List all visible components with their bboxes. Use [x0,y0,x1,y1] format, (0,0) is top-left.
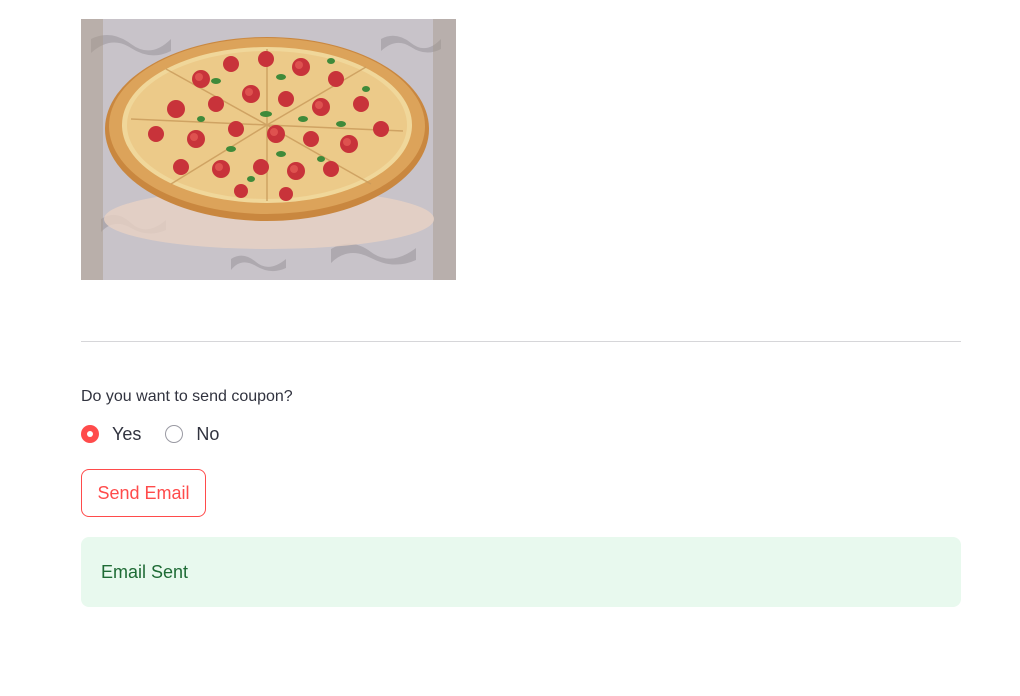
coupon-radio-group: Yes No [81,422,243,446]
success-alert: Email Sent [81,537,961,607]
radio-label-no: No [196,424,220,444]
radio-option-no[interactable]: No [165,422,219,446]
pizza-image [81,19,456,280]
coupon-question-label: Do you want to send coupon? [81,388,293,405]
radio-option-yes[interactable]: Yes [81,422,141,446]
send-email-button[interactable]: Send Email [81,469,206,517]
alert-message: Email Sent [101,561,189,582]
page: Do you want to send coupon? Yes No Send … [0,0,1020,696]
radio-selected-icon[interactable] [81,425,99,443]
radio-unselected-icon[interactable] [165,425,184,443]
divider [81,341,961,342]
radio-label-yes: Yes [112,424,142,444]
